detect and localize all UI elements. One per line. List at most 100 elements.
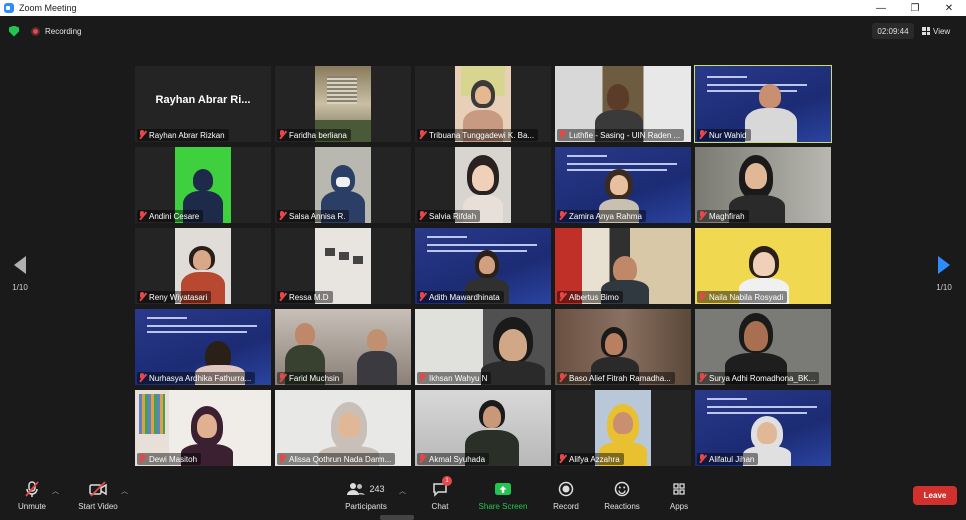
page-indicator-left: 1/10 [12, 283, 28, 292]
participant-tile[interactable]: Reny Wiyatasari [135, 228, 271, 304]
leave-button[interactable]: Leave [913, 486, 957, 505]
video-options-chevron-icon[interactable]: ︿ [121, 486, 128, 496]
participant-tile[interactable]: Ikhsan Wahyu N [415, 309, 551, 385]
participant-name: Ressa M.D [289, 292, 329, 302]
start-video-button[interactable]: Start Video [76, 480, 120, 511]
participant-name-tag: Surya Adhi Romadhona_BK... [697, 372, 820, 384]
participant-tile[interactable]: Dewi Masitoh [135, 390, 271, 466]
share-screen-icon [476, 480, 530, 498]
participants-button[interactable]: 243 Participants [342, 480, 390, 511]
participant-tile[interactable]: Andini Cesare [135, 147, 271, 223]
participant-tile[interactable]: Baso Alief Fitrah Ramadha... [555, 309, 691, 385]
participant-tile[interactable]: Alissa Qothrun Nada Darm... [275, 390, 411, 466]
muted-mic-icon [698, 211, 706, 221]
participant-name-tag: Maghfirah [697, 210, 749, 222]
muted-mic-icon [558, 292, 566, 302]
participant-name-tag: Salvia Rifdah [417, 210, 481, 222]
next-page-button[interactable]: 1/10 [930, 256, 958, 292]
reactions-button[interactable]: Reactions [602, 480, 642, 511]
video-off-icon [76, 480, 120, 498]
minimize-button[interactable]: — [864, 0, 898, 16]
participant-tile[interactable]: Albertus Bimo [555, 228, 691, 304]
participants-icon: 243 [342, 480, 390, 498]
muted-mic-icon [138, 373, 146, 383]
unmute-label: Unmute [17, 502, 46, 511]
participant-tile[interactable]: Nurhasya Ardhika Fathurra... [135, 309, 271, 385]
previous-page-button[interactable]: 1/10 [6, 256, 34, 292]
share-screen-label: Share Screen [478, 502, 528, 511]
toolbar-scrollbar[interactable] [380, 515, 414, 520]
muted-mic-icon [278, 454, 286, 464]
participant-name-tag: Zamira Anya Rahma [557, 210, 646, 222]
participant-name-tag: Alifatul Jihan [697, 453, 759, 465]
view-button[interactable]: View [922, 23, 950, 39]
muted-mic-icon [558, 373, 566, 383]
muted-mic-icon [418, 130, 426, 140]
participant-name: Alifatul Jihan [709, 454, 755, 464]
participant-name-tag: Reny Wiyatasari [137, 291, 212, 303]
participant-tile[interactable]: Faridha berliana [275, 66, 411, 142]
share-screen-button[interactable]: Share Screen [476, 480, 530, 511]
restore-button[interactable]: ❐ [898, 0, 932, 16]
participant-tile[interactable]: Naila Nabila Rosyadi [695, 228, 831, 304]
participant-tile[interactable]: Adith Mawardhinata [415, 228, 551, 304]
security-shield-icon[interactable] [9, 25, 19, 37]
participant-name-tag: Adith Mawardhinata [417, 291, 504, 303]
participant-name-tag: Albertus Bimo [557, 291, 623, 303]
muted-mic-icon [138, 211, 146, 221]
participant-name-tag: Dewi Masitoh [137, 453, 202, 465]
participant-tile[interactable]: Salvia Rifdah [415, 147, 551, 223]
muted-mic-icon [698, 454, 706, 464]
muted-mic-icon [418, 454, 426, 464]
participant-name-tag: Baso Alief Fitrah Ramadha... [557, 372, 675, 384]
record-button[interactable]: Record [549, 480, 583, 511]
apps-button[interactable]: Apps [664, 480, 694, 511]
participant-name: Reny Wiyatasari [149, 292, 208, 302]
participant-tile-active-speaker[interactable]: Nur Wahid [694, 65, 832, 143]
participant-tile[interactable]: Alifya Azzahra [555, 390, 691, 466]
participant-tile[interactable]: Rayhan Abrar Ri... Rayhan Abrar Rizkan [135, 66, 271, 142]
muted-mic-icon [418, 373, 426, 383]
gallery-grid: Rayhan Abrar Ri... Rayhan Abrar Rizkan F… [135, 65, 832, 466]
participant-tile[interactable]: Ressa M.D [275, 228, 411, 304]
participant-tile[interactable]: Surya Adhi Romadhona_BK... [695, 309, 831, 385]
participant-tile[interactable]: Farid Muchsin [275, 309, 411, 385]
record-label: Record [553, 502, 579, 511]
muted-mic-icon [698, 130, 706, 140]
unmute-button[interactable]: Unmute [12, 480, 52, 511]
chat-button[interactable]: 1 Chat [424, 476, 456, 511]
participant-name: Salsa Annisa R. [289, 211, 346, 221]
participant-name-tag: Ressa M.D [277, 291, 333, 303]
participant-name-tag: Salsa Annisa R. [277, 210, 350, 222]
participant-tile[interactable]: Tribuana Tunggadewi K. Ba... [415, 66, 551, 142]
participant-name: Luthfie - Sasing - UIN Raden ... [569, 130, 681, 140]
participant-name-tag: Farid Muchsin [277, 372, 344, 384]
zoom-logo-icon [4, 3, 14, 13]
record-icon [549, 480, 583, 498]
close-button[interactable]: ✕ [932, 0, 966, 16]
participant-name-tag: Faridha berliana [277, 129, 351, 141]
participant-tile[interactable]: Salsa Annisa R. [275, 147, 411, 223]
apps-label: Apps [669, 502, 689, 511]
muted-mic-icon [138, 454, 146, 464]
muted-mic-icon [278, 292, 286, 302]
muted-microphone-icon [12, 480, 52, 498]
muted-mic-icon [698, 292, 706, 302]
participant-tile[interactable]: Maghfirah [695, 147, 831, 223]
participant-name: Faridha berliana [289, 130, 347, 140]
chat-unread-badge: 1 [442, 476, 452, 486]
window-controls: — ❐ ✕ [864, 0, 966, 16]
meeting-timer: 02:09:44 [872, 23, 914, 39]
participants-options-chevron-icon[interactable]: ︿ [399, 486, 406, 496]
participant-name: Rayhan Abrar Rizkan [149, 130, 225, 140]
muted-mic-icon [278, 130, 286, 140]
chat-bubble-icon: 1 [424, 476, 456, 498]
participant-tile[interactable]: Akmal Syuhada [415, 390, 551, 466]
audio-options-chevron-icon[interactable]: ︿ [52, 486, 59, 496]
participant-tile[interactable]: Luthfie - Sasing - UIN Raden ... [555, 66, 691, 142]
participant-name: Farid Muchsin [289, 373, 340, 383]
participant-name: Adith Mawardhinata [429, 292, 500, 302]
participant-name: Alissa Qothrun Nada Darm... [289, 454, 392, 464]
participant-tile[interactable]: Zamira Anya Rahma [555, 147, 691, 223]
participant-tile[interactable]: Alifatul Jihan [695, 390, 831, 466]
